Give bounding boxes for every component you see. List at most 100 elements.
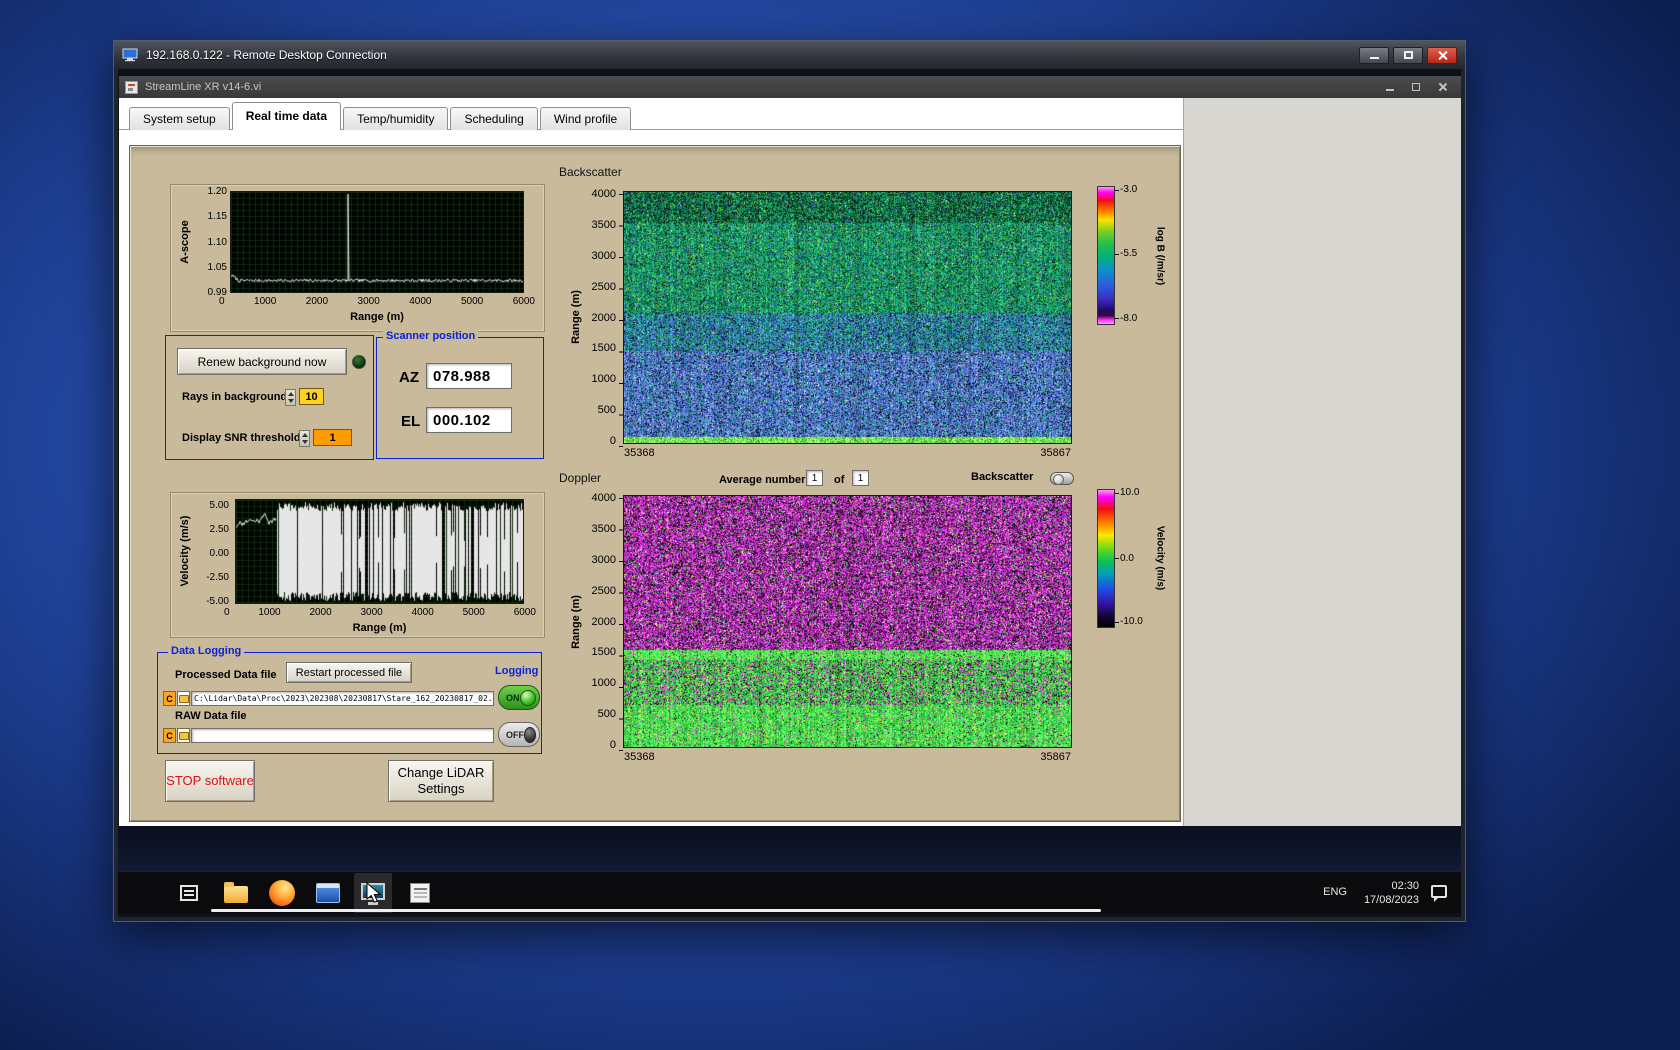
rdp-close-button[interactable] — [1427, 46, 1457, 64]
x-tick-label: 6000 — [512, 296, 535, 307]
y-tick-label: 1500 — [591, 646, 616, 659]
x-tick-label: 1000 — [258, 607, 281, 618]
ascope-y-axis-label: A-scope — [179, 220, 191, 264]
tab-wind-profile[interactable]: Wind profile — [539, 107, 632, 130]
x-tick-label: 4000 — [411, 607, 434, 618]
rays-spinner[interactable] — [285, 389, 296, 406]
processed-data-file-label: Processed Data file — [175, 669, 277, 681]
processed-folder-icon[interactable] — [177, 691, 190, 706]
raw-logging-off-button[interactable]: OFF — [498, 722, 540, 747]
task-view-icon — [180, 885, 198, 901]
backscatter-x-end: 35867 — [1040, 447, 1071, 459]
az-value-field[interactable]: 078.988 — [426, 363, 512, 389]
velocity-x-ticks: 0 1000 2000 3000 4000 5000 6000 — [224, 607, 536, 618]
colorbar-tickmark — [1115, 558, 1119, 559]
maximize-icon — [1403, 51, 1413, 59]
desktop: 192.168.0.122 - Remote Desktop Connectio… — [0, 0, 1680, 1050]
vi-close-button[interactable] — [1429, 78, 1455, 96]
scanner-position-group: Scanner position AZ 078.988 EL 000.102 — [376, 330, 544, 459]
ascope-graph: A-scope 1.20 1.15 1.10 1.05 0.99 0 1000 2000 30… — [170, 184, 545, 332]
processed-logging-on-button[interactable]: ON — [498, 685, 540, 710]
y-tick-label: 0 — [609, 435, 616, 447]
rdp-minimize-button[interactable] — [1359, 46, 1389, 64]
tab-real-time-data[interactable]: Real time data — [231, 102, 342, 130]
az-label: AZ — [399, 369, 419, 386]
logging-label: Logging — [495, 665, 539, 677]
restore-icon — [1412, 83, 1420, 91]
vi-minimize-button[interactable] — [1377, 78, 1403, 96]
taskbar-scheduler-button[interactable] — [405, 878, 435, 908]
taskbar-task-view-button[interactable] — [174, 878, 204, 908]
vi-front-panel: System setup Real time data Temp/humidit… — [119, 98, 1461, 826]
x-tick-label: 3000 — [360, 607, 383, 618]
y-tick-label: 2000 — [591, 615, 616, 628]
notification-center-icon[interactable] — [1431, 885, 1447, 902]
backscatter-heatmap-canvas — [624, 192, 1071, 443]
off-led-icon — [524, 726, 536, 743]
taskbar-firefox-button[interactable] — [267, 878, 297, 908]
backscatter-colorbar-tick-min: -8.0 — [1120, 313, 1138, 324]
y-tick-label: 5.00 — [209, 500, 229, 511]
average-of-field[interactable]: 1 — [852, 470, 869, 486]
background-controls-group: Renew background now Rays in background … — [165, 335, 374, 460]
taskbar-clock[interactable]: 02:30 17/08/2023 — [1364, 879, 1419, 907]
panel-dead-area — [1183, 98, 1461, 826]
raw-path-field[interactable] — [191, 728, 494, 743]
rdp-window: 192.168.0.122 - Remote Desktop Connectio… — [113, 40, 1466, 922]
doppler-colorbar — [1098, 490, 1114, 627]
rdp-titlebar[interactable]: 192.168.0.122 - Remote Desktop Connectio… — [114, 41, 1465, 69]
processed-drive-box[interactable]: C — [163, 691, 176, 706]
tab-temp-humidity[interactable]: Temp/humidity — [343, 107, 449, 130]
doppler-y-ticks: 4000 3500 3000 2500 2000 1500 1000 500 0 — [574, 493, 616, 751]
off-button-label: OFF — [506, 729, 524, 740]
lidar-main-panel: A-scope 1.20 1.15 1.10 1.05 0.99 0 1000 2000 30… — [129, 145, 1181, 822]
colorbar-tickmark — [1115, 254, 1119, 255]
raw-folder-icon[interactable] — [177, 728, 190, 743]
y-tick-label: 0 — [609, 739, 616, 751]
y-tick-label: 1000 — [591, 677, 616, 690]
restart-processed-file-button[interactable]: Restart processed file — [286, 662, 412, 683]
velocity-y-ticks: 5.00 2.50 0.00 -2.50 -5.00 — [191, 500, 229, 607]
rays-value-field[interactable]: 10 — [299, 388, 324, 405]
x-tick-label: 6000 — [513, 607, 536, 618]
close-icon — [1437, 82, 1448, 93]
el-value-field[interactable]: 000.102 — [426, 407, 512, 433]
backscatter-toggle-switch[interactable] — [1050, 472, 1074, 485]
doppler-x-end: 35867 — [1040, 751, 1071, 763]
velocity-graph: Velocity (m/s) 5.00 2.50 0.00 -2.50 -5.00 0 1… — [170, 492, 545, 638]
x-tick-label: 5000 — [462, 607, 485, 618]
rdp-maximize-button[interactable] — [1393, 46, 1423, 64]
tab-bar: System setup Real time data Temp/humidit… — [129, 101, 633, 130]
velocity-x-axis-label: Range (m) — [352, 622, 407, 634]
snr-spinner[interactable] — [299, 430, 310, 447]
rdp-horizontal-scrollbar[interactable] — [211, 909, 1101, 912]
ascope-plot-canvas — [231, 192, 523, 292]
folder-icon — [224, 882, 248, 903]
vi-titlebar[interactable]: StreamLine XR v14-6.vi — [119, 76, 1461, 98]
tab-system-setup[interactable]: System setup — [129, 107, 230, 130]
minimize-icon — [1369, 57, 1379, 59]
raw-drive-box[interactable]: C — [163, 728, 176, 743]
renew-background-button[interactable]: Renew background now — [177, 348, 347, 375]
ascope-y-ticks: 1.20 1.15 1.10 1.05 0.99 — [193, 186, 227, 298]
data-logging-group: Data Logging Processed Data file Restart… — [157, 645, 542, 754]
snr-value-field[interactable]: 1 — [313, 429, 352, 446]
colorbar-tickmark — [1115, 622, 1119, 623]
ascope-x-axis-label: Range (m) — [350, 311, 404, 323]
average-number-field[interactable]: 1 — [806, 470, 823, 486]
change-lidar-settings-button[interactable]: Change LiDAR Settings — [388, 760, 494, 802]
x-tick-label: 4000 — [409, 296, 432, 307]
vi-restore-button[interactable] — [1403, 78, 1429, 96]
panel-page-area: A-scope 1.20 1.15 1.10 1.05 0.99 0 1000 2000 30… — [119, 130, 1183, 826]
processed-path-field[interactable]: C:\Lidar\Data\Proc\2023\202308\20230817\… — [191, 691, 494, 706]
stop-software-button[interactable]: STOP software — [165, 760, 255, 802]
y-tick-label: 2000 — [591, 311, 616, 324]
doppler-section-title: Doppler — [559, 471, 602, 485]
backscatter-section-title: Backscatter — [559, 165, 622, 179]
clock-date: 17/08/2023 — [1363, 894, 1419, 906]
language-indicator[interactable]: ENG — [1323, 886, 1347, 898]
tab-scheduling[interactable]: Scheduling — [450, 107, 538, 130]
scheduler-icon — [410, 883, 430, 903]
taskbar-file-explorer-button[interactable] — [221, 878, 251, 908]
taskbar-blue-app-button[interactable] — [313, 878, 343, 908]
